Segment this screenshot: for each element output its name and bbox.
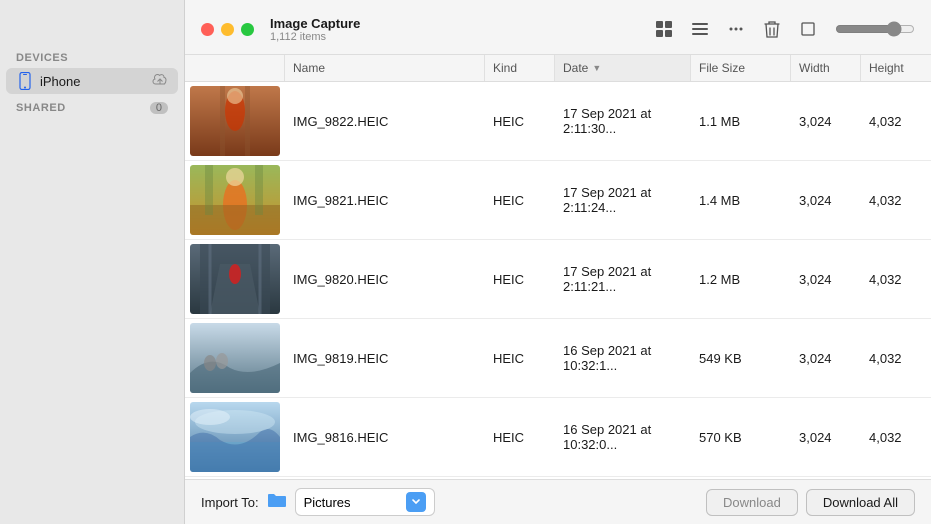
file-date: 16 Sep 2021 at 10:32:0... (555, 416, 691, 458)
file-size: 1.2 MB (691, 266, 791, 293)
file-height: 4,032 (861, 108, 931, 135)
file-width: 3,024 (791, 187, 861, 214)
file-date: 16 Sep 2021 at 10:32:1... (555, 337, 691, 379)
file-height: 4,032 (861, 187, 931, 214)
thumbnail-cell (185, 240, 285, 318)
file-date: 17 Sep 2021 at 2:11:21... (555, 258, 691, 300)
file-date: 17 Sep 2021 at 2:11:24... (555, 179, 691, 221)
footer: Import To: Pictures Download Download Al… (185, 479, 931, 524)
folder-name: Pictures (304, 495, 400, 510)
file-kind: HEIC (485, 424, 555, 451)
thumbnail-image (190, 244, 280, 314)
shared-label: SHARED (16, 102, 150, 114)
app-title: Image Capture (270, 16, 649, 31)
maximize-button[interactable] (241, 23, 254, 36)
col-kind[interactable]: Kind (485, 55, 555, 81)
file-width: 3,024 (791, 345, 861, 372)
table-row[interactable]: IMG_9820.HEIC HEIC 17 Sep 2021 at 2:11:2… (185, 240, 931, 319)
file-name: IMG_9819.HEIC (285, 345, 485, 372)
thumbnail-cell (185, 398, 285, 476)
file-kind: HEIC (485, 345, 555, 372)
import-folder-select[interactable]: Pictures (295, 488, 435, 516)
grid-view-button[interactable] (649, 16, 679, 42)
table-row[interactable]: IMG_9816.HEIC HEIC 16 Sep 2021 at 10:32:… (185, 398, 931, 477)
thumbnail-cell (185, 161, 285, 239)
col-width[interactable]: Width (791, 55, 861, 81)
file-size: 1.4 MB (691, 187, 791, 214)
cloud-icon (152, 74, 168, 89)
file-kind: HEIC (485, 187, 555, 214)
col-thumb (185, 55, 285, 81)
close-button[interactable] (201, 23, 214, 36)
thumbnail-image (190, 86, 280, 156)
file-size: 1.1 MB (691, 108, 791, 135)
window-controls (201, 23, 254, 36)
file-name: IMG_9822.HEIC (285, 108, 485, 135)
zoom-slider (835, 21, 915, 37)
zoom-range-input[interactable] (835, 21, 915, 37)
thumbnail-cell (185, 319, 285, 397)
file-width: 3,024 (791, 108, 861, 135)
file-width: 3,024 (791, 266, 861, 293)
file-size: 549 KB (691, 345, 791, 372)
folder-icon (267, 492, 287, 513)
rotate-button[interactable] (793, 16, 823, 42)
file-name: IMG_9816.HEIC (285, 424, 485, 451)
col-height[interactable]: Height (861, 55, 931, 81)
shared-section: SHARED 0 (0, 94, 184, 118)
title-info: Image Capture 1,112 items (270, 16, 649, 43)
col-date[interactable]: Date ▼ (555, 55, 691, 81)
table-header: Name Kind Date ▼ File Size Width Height (185, 55, 931, 82)
col-size[interactable]: File Size (691, 55, 791, 81)
download-button[interactable]: Download (706, 489, 798, 516)
table-row[interactable]: IMG_9822.HEIC HEIC 17 Sep 2021 at 2:11:3… (185, 82, 931, 161)
table-body: IMG_9822.HEIC HEIC 17 Sep 2021 at 2:11:3… (185, 82, 931, 479)
file-kind: HEIC (485, 108, 555, 135)
file-height: 4,032 (861, 345, 931, 372)
sidebar: DEVICES iPhone SHARED 0 (0, 0, 185, 524)
iphone-icon (16, 72, 34, 90)
file-height: 4,032 (861, 266, 931, 293)
file-size: 570 KB (691, 424, 791, 451)
file-name: IMG_9821.HEIC (285, 187, 485, 214)
devices-section-label: DEVICES (0, 44, 184, 68)
sort-arrow-icon: ▼ (592, 63, 601, 73)
file-kind: HEIC (485, 266, 555, 293)
file-name: IMG_9820.HEIC (285, 266, 485, 293)
delete-button[interactable] (757, 15, 787, 43)
table-row[interactable]: IMG_9821.HEIC HEIC 17 Sep 2021 at 2:11:2… (185, 161, 931, 240)
thumbnail-image (190, 323, 280, 393)
import-to-label: Import To: (201, 495, 259, 510)
select-arrow-icon (406, 492, 426, 512)
titlebar: Image Capture 1,112 items (185, 0, 931, 55)
download-all-button[interactable]: Download All (806, 489, 915, 516)
shared-badge: 0 (150, 102, 168, 114)
file-width: 3,024 (791, 424, 861, 451)
file-date: 17 Sep 2021 at 2:11:30... (555, 100, 691, 142)
thumbnail-image (190, 165, 280, 235)
iphone-label: iPhone (40, 74, 152, 89)
thumbnail-image (190, 402, 280, 472)
col-name[interactable]: Name (285, 55, 485, 81)
item-count: 1,112 items (270, 31, 649, 43)
toolbar-actions (649, 15, 915, 43)
table-row[interactable]: IMG_9819.HEIC HEIC 16 Sep 2021 at 10:32:… (185, 319, 931, 398)
sidebar-item-iphone[interactable]: iPhone (6, 68, 178, 94)
more-button[interactable] (721, 16, 751, 42)
minimize-button[interactable] (221, 23, 234, 36)
main-content: Image Capture 1,112 items (185, 0, 931, 524)
list-view-button[interactable] (685, 16, 715, 42)
file-height: 4,032 (861, 424, 931, 451)
thumbnail-cell (185, 82, 285, 160)
